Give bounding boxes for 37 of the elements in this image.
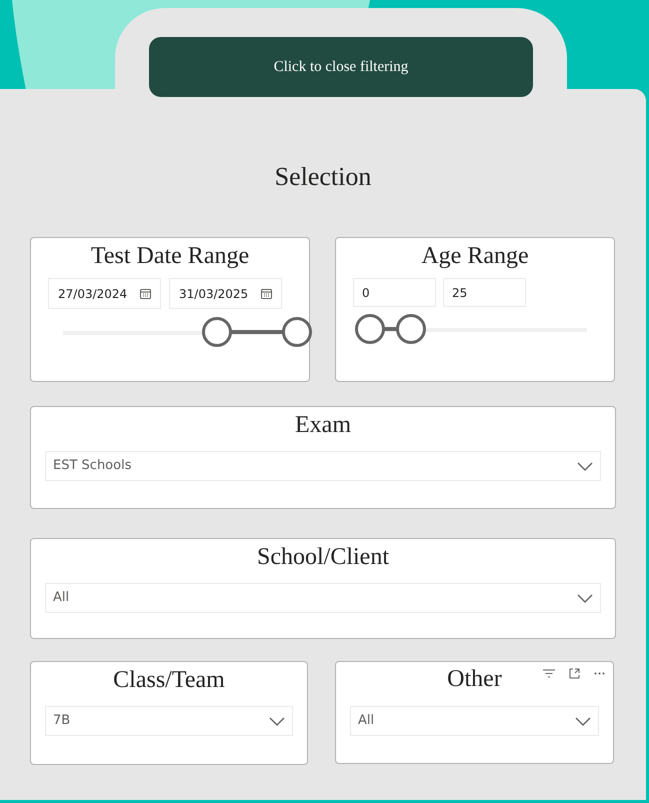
dropdown[interactable]: All xyxy=(350,706,599,736)
close-filtering-button[interactable]: Click to close filtering xyxy=(149,37,533,97)
slider-handle[interactable] xyxy=(202,317,232,347)
date-field[interactable]: 31/03/2025 xyxy=(169,278,282,309)
dropdown-value: EST Schools xyxy=(53,457,132,476)
focus-mode-icon[interactable] xyxy=(569,668,580,679)
calendar-icon xyxy=(261,288,272,298)
age-value: 25 xyxy=(452,284,468,302)
slider-handle[interactable] xyxy=(355,314,385,344)
dropdown[interactable]: All xyxy=(45,583,601,613)
dropdown[interactable]: EST Schools xyxy=(45,451,601,481)
date-value: 27/03/2024 xyxy=(58,286,128,302)
slider-handle[interactable] xyxy=(282,317,312,347)
age-field[interactable]: 25 xyxy=(443,278,526,307)
chevron-down-icon xyxy=(269,716,285,726)
filter-icon[interactable] xyxy=(543,669,555,678)
age-value: 0 xyxy=(362,284,370,302)
card-title: Age Range xyxy=(421,242,529,270)
chevron-down-icon xyxy=(575,716,591,726)
card-title: Exam xyxy=(295,411,351,439)
card-title: Other xyxy=(447,665,502,693)
card-title: Test Date Range xyxy=(90,242,250,270)
card-title: School/Client xyxy=(257,543,389,571)
age-field[interactable]: 0 xyxy=(353,278,436,307)
calendar-icon xyxy=(140,288,151,298)
dropdown-value: All xyxy=(53,589,70,608)
chevron-down-icon xyxy=(577,462,593,470)
date-value: 31/03/2025 xyxy=(179,286,248,302)
slider-handle[interactable] xyxy=(396,314,426,344)
date-field[interactable]: 27/03/2024 xyxy=(48,278,161,309)
dropdown[interactable]: 7B xyxy=(45,706,293,736)
card-title: Class/Team xyxy=(113,666,225,694)
chevron-down-icon xyxy=(577,594,593,602)
dropdown-value: All xyxy=(358,712,374,730)
more-options-icon[interactable] xyxy=(594,672,605,675)
panel-title: Selection xyxy=(274,161,372,193)
dropdown-value: 7B xyxy=(53,712,70,730)
